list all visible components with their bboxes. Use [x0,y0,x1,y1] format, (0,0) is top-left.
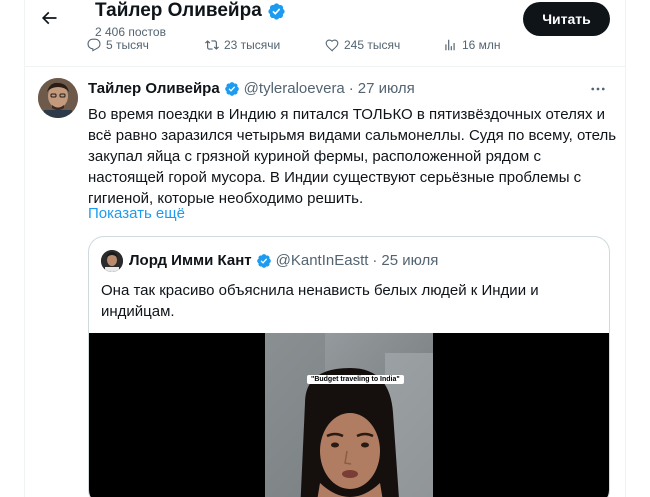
repost-count: 23 тысячи [224,38,281,52]
divider [25,66,625,67]
reply-action[interactable]: 5 тысяч [87,38,149,52]
avatar[interactable] [38,78,78,118]
profile-header: Тайлер Оливейра 2 406 постов Читать [25,0,625,40]
quoted-tweet-header: Лорд Имми Кант @KantInEastt · 25 июля [129,252,438,270]
video-caption: "Budget traveling to India" [307,375,404,384]
verified-badge-icon [256,253,272,269]
tweet-text-line: закупал яйца с грязной куриной фермы, ра… [88,148,541,165]
quoted-tweet-date: 25 июля [381,252,439,269]
show-more-link[interactable]: Показать ещё [88,205,185,223]
more-dots-icon [591,87,605,91]
repost-icon [205,40,219,50]
quoted-tweet-text: Она так красиво объяснила ненависть белы… [101,280,601,322]
quoted-text-line: индийцам. [101,303,175,320]
quoted-tweet-card[interactable]: Лорд Имми Кант @KantInEastt · 25 июля Он… [88,236,610,497]
back-button[interactable] [37,6,61,30]
arrow-left-icon [41,11,57,25]
separator-dot: · [372,252,378,269]
tweet-text-line: настоящей горой мусора. В Индии существу… [88,169,582,186]
read-button[interactable]: Читать [523,2,610,36]
quoted-avatar[interactable] [101,250,123,272]
posts-count: 2 406 постов [95,25,166,39]
views-chart-icon [445,39,455,51]
verified-badge-icon [224,81,240,97]
profile-name: Тайлер Оливейра [95,0,262,21]
verified-badge-icon [267,2,286,21]
video-player[interactable]: "Budget traveling to India" [89,333,609,497]
author-name[interactable]: Тайлер Оливейра [88,80,220,98]
tweet-text-line: всё равно заразился четырьмя видами саль… [88,127,617,144]
author-handle[interactable]: @tyleraloevera [244,80,345,98]
tweet-text: Во время поездки в Индию я питался ТОЛЬК… [88,104,618,209]
like-count: 245 тысяч [344,38,401,52]
separator-dot: · [348,80,354,97]
tweet-header: Тайлер Оливейра @tyleraloevera · 27 июля [88,80,415,98]
more-button[interactable] [588,80,608,98]
like-action[interactable]: 245 тысяч [325,38,400,52]
column-border-right [625,0,626,497]
tweet-date[interactable]: 27 июля [358,80,415,98]
reply-icon [87,38,101,52]
repost-action[interactable]: 23 тысячи [205,38,280,52]
views-action[interactable]: 16 млн [443,38,501,52]
column-border-left [24,0,25,497]
quoted-author-handle: @KantInEastt [275,252,369,269]
reply-count: 5 тысяч [106,38,149,52]
views-count: 16 млн [462,38,501,52]
heart-icon [325,39,339,52]
quoted-text-line: Она так красиво объяснила ненависть белы… [101,282,539,299]
tweet-text-line: Во время поездки в Индию я питался ТОЛЬК… [88,106,606,123]
quoted-author-name: Лорд Имми Кант [129,252,252,269]
video-frame[interactable]: "Budget traveling to India" [265,333,433,497]
previous-tweet-actions: 5 тысяч 23 тысячи 245 тысяч 16 млн [25,38,625,54]
profile-title: Тайлер Оливейра [95,0,286,22]
